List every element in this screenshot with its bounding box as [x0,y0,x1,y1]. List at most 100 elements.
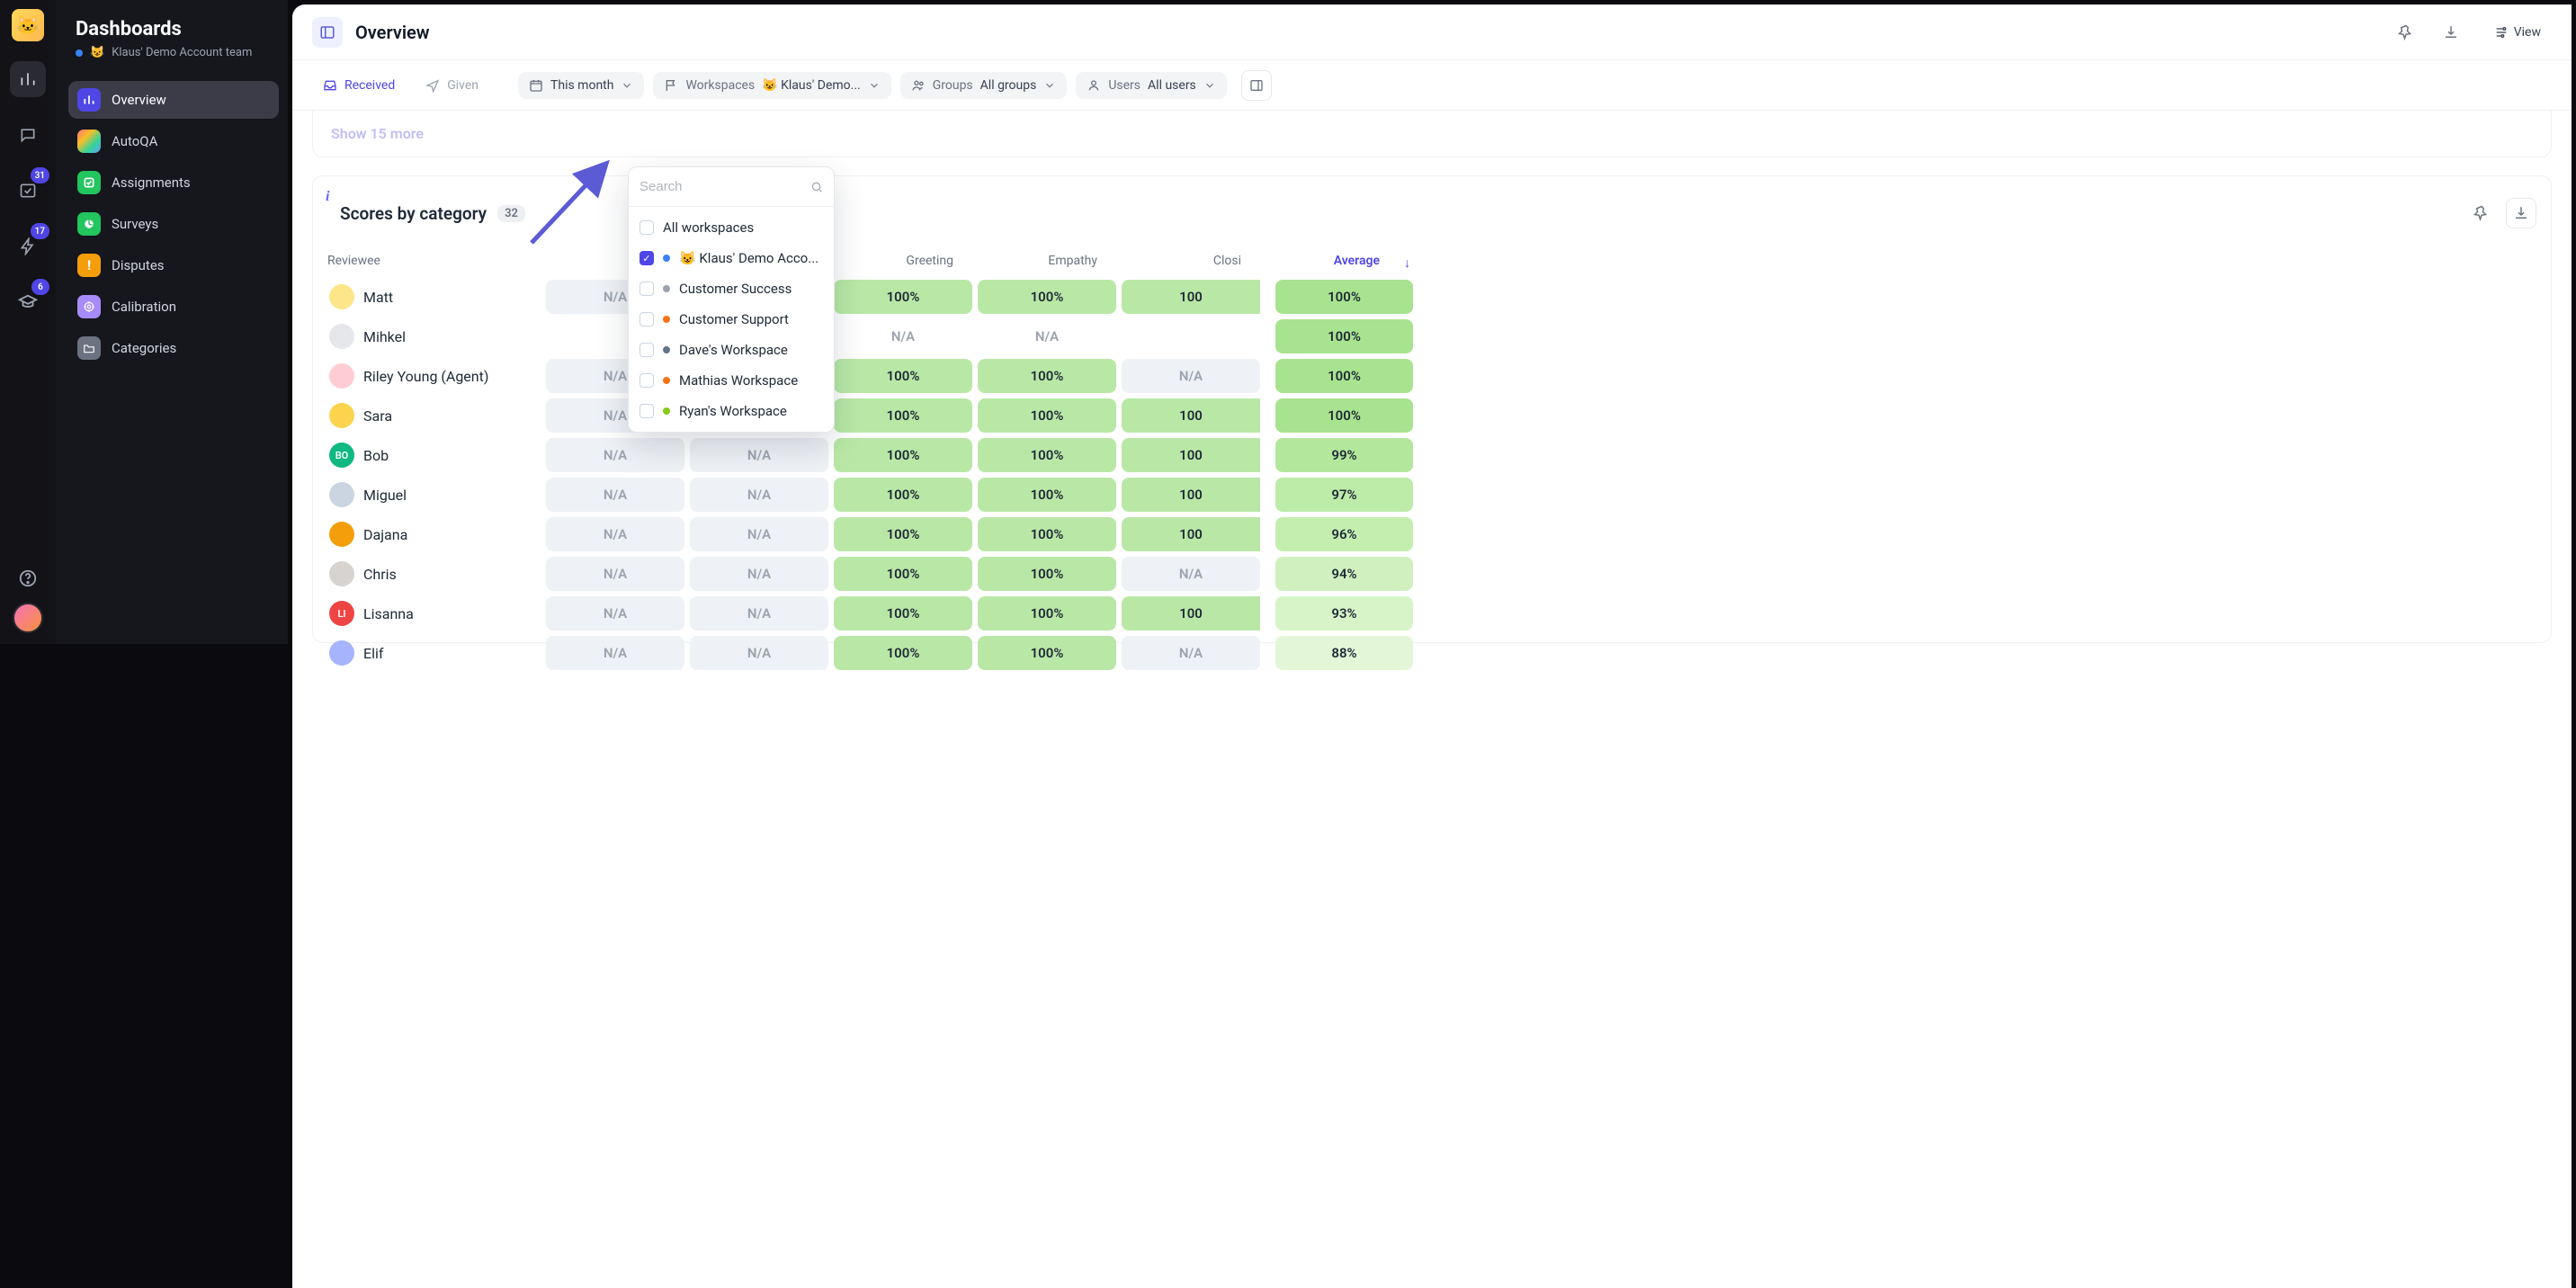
assignments-icon [77,171,101,194]
workspaces-popover: All workspaces✓😺 Klaus' Demo Acco...Cust… [628,166,835,433]
th-average[interactable]: Average ↓ [1275,254,1416,268]
sidebar-team[interactable]: 😺 Klaus' Demo Account team [76,46,279,59]
app-logo[interactable]: 🐱 [12,9,44,41]
metric-cell: N/A [546,478,684,512]
status-dot-icon [663,255,670,262]
categories-icon [77,336,101,360]
th-average-label: Average [1334,254,1380,268]
rail-tasks[interactable]: 31 [10,173,46,209]
th-reviewee[interactable]: Reviewee [327,254,543,268]
pin-icon [2398,24,2414,40]
checkbox[interactable] [640,343,654,357]
metric-cell: N/A [546,557,684,591]
workspace-option[interactable]: ✓😺 Klaus' Demo Acco... [629,243,834,273]
tab-received[interactable]: Received [312,72,406,99]
metric-cell: N/A [690,517,828,551]
workspace-option[interactable]: Ryan's Workspace [629,396,834,426]
sidebar-item-calibration[interactable]: Calibration [68,288,279,326]
workspaces-search-input[interactable] [640,179,803,194]
sidebar-item-label: Disputes [112,257,165,273]
filter-users[interactable]: Users All users [1076,72,1226,99]
reviewee-name: Miguel [363,487,407,504]
view-picker[interactable]: View [2483,19,2552,46]
filter-groups[interactable]: Groups All groups [900,72,1068,99]
rail-activity[interactable]: 17 [10,228,46,264]
sidebar-item-assignments[interactable]: Assignments [68,164,279,201]
status-dot-icon [663,346,670,353]
pin-button[interactable] [2393,20,2419,45]
metric-cell: N/A [690,636,828,670]
sidebar-item-surveys[interactable]: Surveys [68,205,279,243]
sidebar-title: Dashboards [76,18,279,40]
workspace-option-label: All workspaces [663,219,754,236]
workspace-option[interactable]: All workspaces [629,212,834,243]
checkbox[interactable] [640,404,654,418]
team-emoji: 😺 [90,46,104,59]
user-avatar[interactable] [13,603,43,633]
average-cell: 88% [1275,636,1413,670]
rail-training-badge: 6 [31,279,49,295]
table-row[interactable]: ElifN/AN/A100%100%N/A88% [327,633,2536,673]
metric-cell: N/A [546,438,684,472]
checkbox[interactable] [640,220,654,235]
info-icon[interactable]: i [326,189,329,205]
checkbox[interactable] [640,282,654,296]
metric-cell: N/A [1122,636,1260,670]
th-closing[interactable]: Closi [1119,254,1263,268]
status-dot-icon [663,407,670,415]
workspaces-search [629,167,834,207]
checkbox[interactable] [640,312,654,326]
metric-cell: 100% [978,398,1116,433]
avatar [329,363,354,389]
pin-card-button[interactable] [2466,198,2497,228]
sliders-icon [2494,25,2509,40]
users-icon [911,78,926,93]
sidebar-item-disputes[interactable]: ! Disputes [68,246,279,284]
workspace-option[interactable]: Customer Support [629,304,834,335]
filter-period[interactable]: This month [518,72,644,99]
table-row[interactable]: MiguelN/AN/A100%100%10097% [327,475,2536,514]
rail-messages[interactable] [10,117,46,153]
filter-workspaces-value: 😺 Klaus' Demo... [762,78,861,93]
toggle-sidebar-button[interactable] [312,17,343,48]
metric-cell: N/A [546,517,684,551]
filter-workspaces[interactable]: Workspaces 😺 Klaus' Demo... [653,72,890,99]
sidebar-item-autoqa[interactable]: AutoQA [68,122,279,160]
reviewee-name: Mihkel [363,328,406,345]
workspace-option-label: Customer Support [679,311,789,327]
status-dot-icon [663,377,670,384]
table-row[interactable]: LILisannaN/AN/A100%100%10093% [327,594,2536,633]
calibration-icon [77,295,101,318]
topbar: Overview View [292,4,2572,60]
sidebar-item-label: Overview [112,92,166,108]
reviewee-name: Riley Young (Agent) [363,368,488,385]
th-greeting[interactable]: Greeting [831,254,975,268]
workspace-option[interactable]: Customer Success [629,273,834,304]
filter-users-label: Users [1108,78,1140,93]
metric-cell: 100% [834,517,972,551]
th-empathy[interactable]: Empathy [975,254,1119,268]
help-button[interactable] [18,568,38,588]
table-row[interactable]: ChrisN/AN/A100%100%N/A94% [327,554,2536,594]
checkbox[interactable]: ✓ [640,251,654,265]
download-button[interactable] [2438,20,2464,45]
layout-toggle-button[interactable] [1241,70,1272,101]
workspace-option[interactable]: Dave's Workspace [629,335,834,365]
sidebar-nav: Overview AutoQA Assignments Surveys ! Di… [68,81,279,367]
sidebar-item-overview[interactable]: Overview [68,81,279,119]
table-row[interactable]: BOBobN/AN/A100%100%10099% [327,435,2536,475]
table-row[interactable]: DajanaN/AN/A100%100%10096% [327,514,2536,554]
workspace-option[interactable]: Mathias Workspace [629,365,834,396]
checkbox[interactable] [640,373,654,388]
metric-cell: N/A [978,319,1116,353]
rail-training[interactable]: 6 [10,284,46,320]
avatar [329,482,354,507]
sidebar-item-categories[interactable]: Categories [68,329,279,367]
metric-cell: 100% [978,517,1116,551]
rail-dashboards[interactable] [10,61,46,97]
download-card-button[interactable] [2506,198,2536,228]
tab-given[interactable]: Given [415,72,489,99]
chat-icon [19,126,37,144]
metric-cell: 100 [1122,596,1260,631]
show-more-card[interactable]: Show 15 more [312,111,2552,157]
